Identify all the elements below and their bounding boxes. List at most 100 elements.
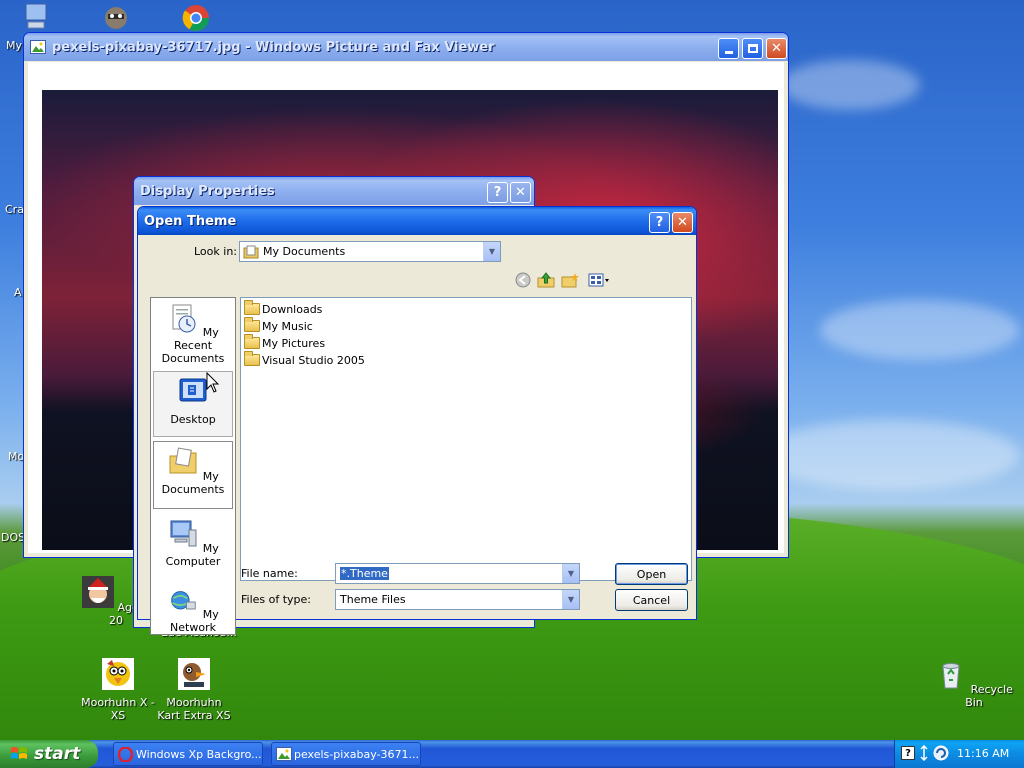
view-menu-button[interactable] (586, 271, 612, 289)
list-item[interactable]: My Music (244, 317, 313, 334)
place-label: Desktop (170, 413, 216, 426)
chrome-icon (182, 5, 210, 32)
minimize-icon (724, 51, 733, 54)
windows-flag-icon (11, 747, 27, 759)
recent-documents-icon (172, 304, 196, 333)
recycle-bin-icon (942, 663, 960, 689)
list-item[interactable]: Downloads (244, 300, 323, 317)
back-button[interactable] (513, 271, 533, 289)
up-folder-icon (537, 272, 555, 288)
display-properties-title-bar[interactable]: Display Properties (134, 177, 534, 205)
file-name: My Pictures (262, 336, 326, 350)
close-icon: ✕ (771, 41, 782, 56)
desktop-icon-label: Moorhuhn Kart Extra XS (157, 696, 231, 722)
chevron-down-icon[interactable]: ▼ (562, 590, 579, 609)
desktop-icon-moorhuhn-x[interactable]: Moorhuhn X - XS (78, 658, 158, 722)
place-desktop[interactable]: Desktop (153, 371, 233, 437)
start-label: start (34, 744, 81, 764)
chevron-down-icon[interactable]: ▼ (562, 564, 579, 583)
update-tray-icon[interactable] (933, 745, 949, 761)
maximize-icon (747, 44, 758, 53)
clipped-label: DOS (1, 531, 26, 544)
cloud (780, 60, 920, 110)
taskbar-item-label: Windows Xp Backgro... (136, 747, 262, 761)
help-tray-icon[interactable]: ? (901, 746, 915, 760)
list-item[interactable]: Visual Studio 2005 (244, 351, 365, 368)
clipped-label: Cra (5, 203, 24, 216)
dialog-title: Open Theme (144, 213, 237, 229)
look-in-combo[interactable]: My Documents ▼ (239, 241, 501, 262)
maximize-button[interactable] (742, 38, 763, 59)
picture-icon (30, 40, 46, 54)
taskbar: start Windows Xp Backgro... pexels-pixab… (0, 740, 1024, 768)
help-icon: ? (493, 185, 502, 200)
file-name: Downloads (262, 302, 323, 316)
chevron-down-icon[interactable]: ▼ (483, 242, 500, 261)
close-button[interactable]: ✕ (766, 38, 787, 59)
open-button[interactable]: Open (615, 563, 688, 585)
taskbar-item-label: pexels-pixabay-3671... (294, 747, 420, 761)
close-button[interactable]: ✕ (510, 182, 531, 203)
computer-icon (25, 3, 47, 29)
moorhuhn-icon (102, 658, 134, 690)
minimize-button[interactable] (718, 38, 739, 59)
look-in-value: My Documents (263, 245, 346, 258)
pictures-folder-icon (244, 334, 260, 349)
picture-viewer-title-bar[interactable]: pexels-pixabay-36717.jpg - Windows Pictu… (24, 33, 788, 61)
my-documents-icon (169, 447, 197, 474)
place-my-documents[interactable]: My Documents (153, 441, 233, 509)
window-title: pexels-pixabay-36717.jpg - Windows Pictu… (52, 39, 495, 55)
cloud (760, 420, 1020, 490)
help-button[interactable]: ? (487, 182, 508, 203)
look-in-label: Look in: (194, 245, 237, 258)
clipped-label: Mo (8, 450, 25, 463)
clipped-label: A (14, 286, 22, 299)
mouse-cursor-icon (206, 372, 220, 393)
back-arrow-icon (515, 272, 531, 288)
music-folder-icon (244, 317, 260, 332)
start-button[interactable]: start (0, 740, 98, 768)
file-type-select[interactable]: Theme Files ▼ (335, 589, 580, 610)
moorhuhn-kart-icon (178, 658, 210, 690)
cloud (820, 300, 1020, 360)
file-name-selected-text: *.Theme (340, 567, 389, 580)
clipped-label: My (6, 39, 23, 52)
file-name-label: File name: (241, 567, 298, 580)
place-my-computer[interactable]: My Computer (153, 518, 233, 580)
close-icon: ✕ (515, 185, 526, 200)
desktop-icon-label: Recycle Bin (965, 683, 1013, 709)
place-recent-documents[interactable]: My Recent Documents (153, 302, 233, 368)
desktop-icon-recycle-bin[interactable]: Recycle Bin (934, 658, 1014, 709)
taskbar-item-opera[interactable]: Windows Xp Backgro... (113, 742, 263, 766)
window-title: Display Properties (140, 183, 275, 199)
file-list[interactable]: Downloads My Music My Pictures Visual St… (240, 297, 692, 581)
close-icon: ✕ (677, 215, 688, 230)
help-button[interactable]: ? (649, 212, 670, 233)
clock[interactable]: 11:16 AM (957, 747, 1009, 760)
network-tray-icon[interactable] (919, 745, 929, 761)
folder-icon (244, 300, 260, 315)
place-my-network[interactable]: My Network (153, 588, 233, 634)
cancel-button[interactable]: Cancel (615, 589, 688, 611)
dialog-body: Look in: My Documents ▼ My Recent Docume… (141, 235, 693, 635)
folder-icon (244, 351, 260, 366)
my-network-icon (171, 591, 196, 610)
help-icon: ? (655, 215, 664, 230)
open-theme-dialog[interactable]: Open Theme ? ✕ Look in: My Documents ▼ M… (137, 206, 697, 635)
file-name: My Music (262, 319, 313, 333)
file-name: Visual Studio 2005 (262, 353, 365, 367)
up-folder-button[interactable] (536, 271, 556, 289)
open-theme-title-bar[interactable]: Open Theme (138, 207, 696, 235)
close-button[interactable]: ✕ (672, 212, 693, 233)
file-type-value: Theme Files (340, 593, 406, 606)
file-name-field[interactable]: *.Theme ▼ (335, 563, 580, 584)
desktop-icon-moorhuhn-kart[interactable]: Moorhuhn Kart Extra XS (154, 658, 234, 722)
file-name-input-value[interactable]: *.Theme (336, 567, 562, 580)
places-bar: My Recent Documents Desktop My Documents… (150, 297, 236, 635)
list-item[interactable]: My Pictures (244, 334, 326, 351)
desktop-icon-label: Moorhuhn X - XS (81, 696, 155, 722)
raccoon-icon (105, 7, 127, 29)
new-folder-button[interactable] (560, 271, 580, 289)
taskbar-item-picture-viewer[interactable]: pexels-pixabay-3671... (271, 742, 421, 766)
my-computer-icon (170, 520, 197, 547)
